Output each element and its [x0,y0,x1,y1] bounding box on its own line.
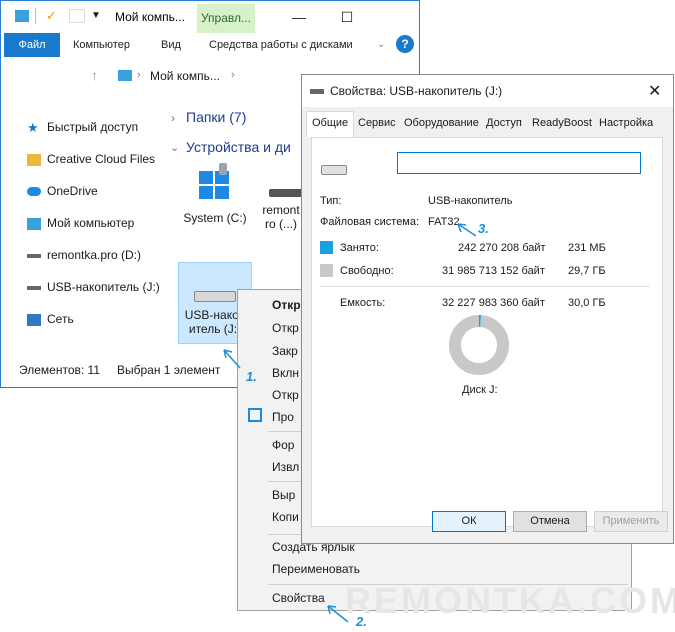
callout-3: 3. [478,221,489,236]
callout-1: 1. [246,369,257,384]
annotation-arrows [223,223,477,623]
callout-arrow-1 [223,349,241,369]
watermark: REMONTKA.COM [345,580,675,621]
